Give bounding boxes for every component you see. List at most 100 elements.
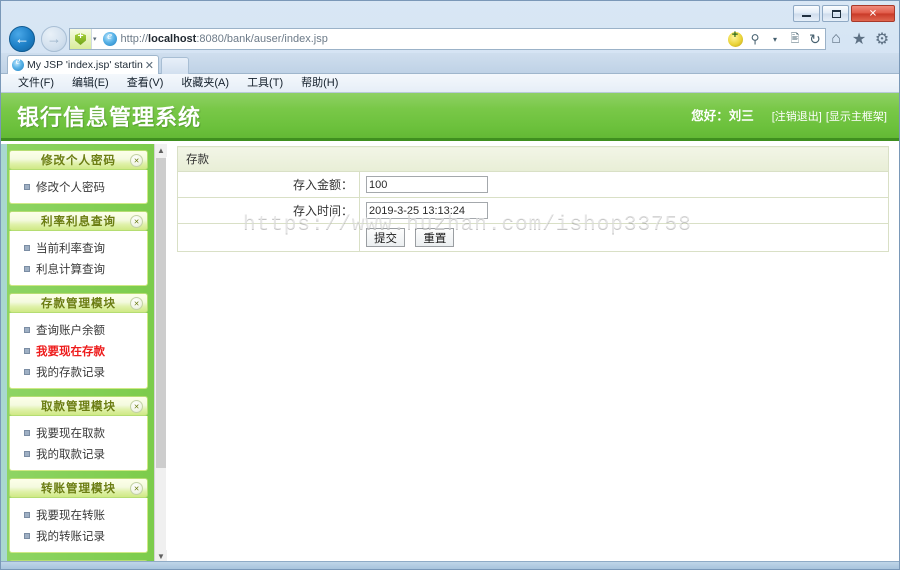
amount-field-cell <box>359 171 889 198</box>
navigation-bar: ← → ▾ http://localhost:8080/bank/auser/i… <box>1 25 899 53</box>
sidebar-item-query-balance[interactable]: 查询账户余额 <box>10 319 147 340</box>
sidebar-frame: 修改个人密码 ✕ 修改个人密码 利率利息查询 ✕ 当前利率查询 利息计算查询 存… <box>1 144 166 563</box>
favorites-button[interactable]: ★ <box>848 28 870 50</box>
security-shield-button[interactable] <box>70 29 92 49</box>
tab-title: My JSP 'index.jsp' startin... <box>27 59 143 71</box>
sidebar-group-header-password[interactable]: 修改个人密码 ✕ <box>9 150 148 170</box>
tools-button[interactable]: ⚙ <box>871 28 893 50</box>
bullet-icon <box>24 183 30 190</box>
collapse-icon[interactable]: ✕ <box>130 154 143 167</box>
back-button[interactable]: ← <box>9 26 35 52</box>
menu-help[interactable]: 帮助(H) <box>292 74 347 92</box>
deposit-form-table: 存款 存入金额： 存入时间： 提交 <box>177 146 889 252</box>
maximize-icon <box>832 10 841 18</box>
menu-file[interactable]: 文件(F) <box>9 74 63 92</box>
sidebar-item-transfer-records[interactable]: 我的转账记录 <box>10 525 147 546</box>
amount-input[interactable] <box>366 176 488 193</box>
back-arrow-icon: ← <box>14 30 30 48</box>
sidebar-group-body: 当前利率查询 利息计算查询 <box>9 231 148 286</box>
bullet-icon <box>24 265 30 272</box>
scrollbar-thumb[interactable] <box>156 158 166 468</box>
menu-tools[interactable]: 工具(T) <box>238 74 292 92</box>
address-bar[interactable]: ▾ http://localhost:8080/bank/auser/index… <box>69 28 826 50</box>
sidebar-item-deposit-records[interactable]: 我的存款记录 <box>10 361 147 382</box>
sidebar-item-deposit-now[interactable]: 我要现在存款 <box>10 340 147 361</box>
sidebar-item-interest-calc[interactable]: 利息计算查询 <box>10 258 147 279</box>
menu-view[interactable]: 查看(V) <box>118 74 173 92</box>
buttons-cell: 提交 重置 <box>359 223 889 252</box>
page-title: 银行信息管理系统 <box>17 105 202 130</box>
bullet-icon <box>24 244 30 251</box>
search-provider-button[interactable] <box>725 29 745 49</box>
close-button[interactable]: ✕ <box>851 5 895 22</box>
collapse-icon[interactable]: ✕ <box>130 482 143 495</box>
bullet-icon <box>24 429 30 436</box>
shield-dropdown-icon[interactable]: ▾ <box>93 35 97 43</box>
status-bar <box>1 561 899 569</box>
sidebar-group-header-withdraw[interactable]: 取款管理模块 ✕ <box>9 396 148 416</box>
sidebar-item-withdraw-records[interactable]: 我的取款记录 <box>10 443 147 464</box>
scroll-up-icon[interactable]: ▲ <box>155 144 167 157</box>
refresh-button[interactable]: ↻ <box>805 29 825 49</box>
show-mainframe-link[interactable]: [显示主框架] <box>826 108 887 124</box>
sidebar-item-withdraw-now[interactable]: 我要现在取款 <box>10 422 147 443</box>
sidebar-item-label: 我要现在转账 <box>36 509 105 522</box>
sidebar-item-change-password[interactable]: 修改个人密码 <box>10 176 147 197</box>
table-row: 提交 重置 <box>177 223 889 252</box>
bullet-icon <box>24 347 30 354</box>
search-dropdown-button[interactable]: ▾ <box>765 29 785 49</box>
amount-label: 存入金额： <box>177 171 360 198</box>
tab-index-jsp[interactable]: My JSP 'index.jsp' startin... ✕ <box>7 55 159 74</box>
sidebar-item-label: 我的取款记录 <box>36 448 105 461</box>
bullet-icon <box>24 368 30 375</box>
sidebar-group-body: 查询账户余额 我要现在存款 我的存款记录 <box>9 313 148 389</box>
new-tab-button[interactable] <box>161 57 189 74</box>
url-text: http://localhost:8080/bank/auser/index.j… <box>121 33 725 45</box>
sidebar-item-label: 我的存款记录 <box>36 366 105 379</box>
sidebar-group-body: 我要现在转账 我的转账记录 <box>9 498 148 553</box>
sidebar-group-header-transfer[interactable]: 转账管理模块 ✕ <box>9 478 148 498</box>
forward-button[interactable]: → <box>41 26 67 52</box>
collapse-icon[interactable]: ✕ <box>130 400 143 413</box>
collapse-icon[interactable]: ✕ <box>130 297 143 310</box>
sidebar-group-rate: 利率利息查询 ✕ 当前利率查询 利息计算查询 <box>9 211 148 286</box>
collapse-icon[interactable]: ✕ <box>130 215 143 228</box>
sidebar-scrollbar[interactable]: ▲ ▼ <box>154 144 167 563</box>
menu-edit[interactable]: 编辑(E) <box>63 74 118 92</box>
sidebar-group-header-deposit[interactable]: 存款管理模块 ✕ <box>9 293 148 313</box>
url-host: localhost <box>148 33 197 45</box>
search-button[interactable]: ⚲ <box>745 29 765 49</box>
compatibility-view-button[interactable]: 🖹 <box>785 29 805 49</box>
sidebar-item-label: 利息计算查询 <box>36 263 105 276</box>
url-path: :8080/bank/auser/index.jsp <box>196 33 328 45</box>
panel-title: 存款 <box>177 146 889 172</box>
sidebar-group-body: 我要现在取款 我的取款记录 <box>9 416 148 471</box>
sidebar-item-transfer-now[interactable]: 我要现在转账 <box>10 504 147 525</box>
sidebar-group-title: 利率利息查询 <box>41 216 116 228</box>
bullet-icon <box>24 450 30 457</box>
sidebar-group-header-rate[interactable]: 利率利息查询 ✕ <box>9 211 148 231</box>
maximize-button[interactable] <box>822 5 849 22</box>
bullet-icon <box>24 511 30 518</box>
sidebar-menu: 修改个人密码 ✕ 修改个人密码 利率利息查询 ✕ 当前利率查询 利息计算查询 存… <box>1 144 154 563</box>
sidebar-group-title: 修改个人密码 <box>41 155 116 167</box>
magnifier-icon: ⚲ <box>750 32 760 46</box>
sidebar-group-password: 修改个人密码 ✕ 修改个人密码 <box>9 150 148 204</box>
logout-link[interactable]: [注销退出] <box>772 108 822 124</box>
minimize-button[interactable] <box>793 5 820 22</box>
menu-favorites[interactable]: 收藏夹(A) <box>172 74 238 92</box>
home-button[interactable]: ⌂ <box>825 28 847 50</box>
time-input[interactable] <box>366 202 488 219</box>
submit-button[interactable]: 提交 <box>366 228 405 247</box>
sidebar-item-current-rate[interactable]: 当前利率查询 <box>10 237 147 258</box>
star-icon: ★ <box>851 31 867 48</box>
reset-button[interactable]: 重置 <box>415 228 455 247</box>
close-icon: ✕ <box>868 8 878 19</box>
title-bar: ✕ <box>1 1 899 25</box>
greeting-label: 您好： <box>691 109 729 123</box>
tab-strip: My JSP 'index.jsp' startin... ✕ <box>1 53 899 74</box>
sidebar-group-title: 转账管理模块 <box>41 483 116 495</box>
tab-close-icon[interactable]: ✕ <box>143 59 154 72</box>
site-banner: 银行信息管理系统 您好： 刘三 [注销退出] [显示主框架] <box>1 93 899 141</box>
browser-window: ✕ ← → ▾ http://localhost:8080/bank/auser… <box>0 0 900 570</box>
